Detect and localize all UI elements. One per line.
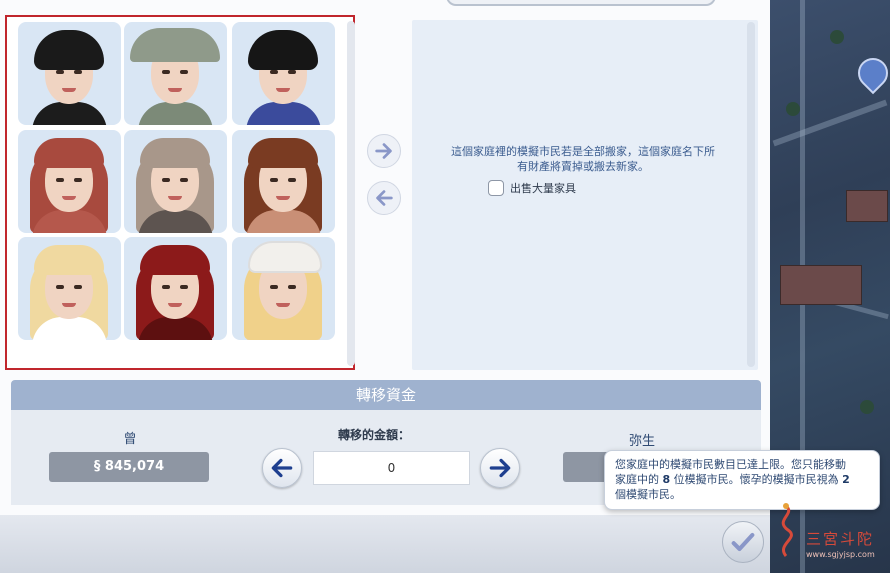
map-pin-icon[interactable]	[851, 51, 890, 95]
sim-portrait[interactable]	[124, 237, 227, 340]
site-watermark: 三宮斗陀 www.sgjyjsp.com	[766, 500, 888, 570]
panel-footer	[0, 515, 770, 573]
confirm-button[interactable]	[722, 521, 764, 563]
sim-portrait[interactable]	[232, 130, 335, 233]
watermark-url: www.sgjyjsp.com	[806, 550, 875, 559]
transfer-amount-label: 轉移的金額：	[338, 428, 411, 442]
top-tab-handle[interactable]	[446, 0, 716, 6]
transfer-funds-title: 轉移資金	[11, 380, 761, 410]
sim-portrait[interactable]	[18, 22, 121, 125]
destination-scrollbar[interactable]	[747, 22, 755, 367]
arrow-right-icon	[375, 143, 392, 159]
move-left-button[interactable]	[367, 181, 401, 215]
arrow-left-icon	[376, 190, 393, 206]
tooltip-line-2: 家庭中的 8 位模擬市民。懷孕的模擬市民視為 2	[615, 473, 850, 486]
sell-furniture-label: 出售大量家具	[510, 182, 576, 195]
left-household-name: 曾	[123, 432, 137, 447]
sim-portrait[interactable]	[232, 237, 335, 340]
right-household-name: 弥生	[628, 434, 655, 449]
sell-furniture-checkbox[interactable]	[488, 180, 504, 196]
transfer-left-button[interactable]	[262, 448, 302, 488]
sim-portrait[interactable]	[124, 130, 227, 233]
sim-portrait[interactable]	[18, 130, 121, 233]
destination-household-pane: 這個家庭裡的模擬市民若是全部搬家，這個家庭名下所有財產將賣掉或搬去新家。 出售大…	[412, 20, 758, 370]
arrow-right-icon	[489, 458, 511, 478]
move-info-message: 這個家庭裡的模擬市民若是全部搬家，這個家庭名下所有財產將賣掉或搬去新家。	[451, 145, 715, 173]
checkmark-icon	[731, 532, 755, 552]
sim-portrait[interactable]	[124, 22, 227, 125]
sim-portrait[interactable]	[18, 237, 121, 340]
arrow-left-icon	[271, 458, 293, 478]
transfer-right-button[interactable]	[480, 448, 520, 488]
transfer-amount-input[interactable]: 0	[313, 451, 470, 485]
watermark-text: 三宮斗陀	[806, 530, 875, 548]
left-household-funds: § 845,074	[49, 452, 209, 482]
dragon-logo-icon	[781, 503, 793, 557]
sim-portrait[interactable]	[232, 22, 335, 125]
move-right-button[interactable]	[367, 134, 401, 168]
household-scrollbar[interactable]	[347, 21, 355, 366]
tooltip-line-1: 您家庭中的模擬市民數目已達上限。您只能移動	[615, 458, 846, 471]
sell-furniture-option[interactable]: 出售大量家具	[488, 180, 576, 196]
